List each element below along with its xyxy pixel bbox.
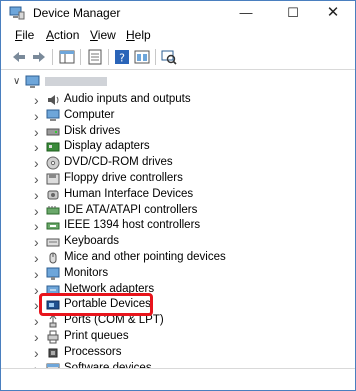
toolbar-separator <box>155 49 156 65</box>
computer-icon <box>25 75 40 88</box>
maximize-button[interactable]: ☐ <box>271 1 315 25</box>
expand-chevron-icon[interactable]: › <box>34 314 42 328</box>
status-bar <box>1 368 355 390</box>
title-bar[interactable]: Device Manager — ☐ ✕ <box>1 1 355 25</box>
device-manager-icon <box>9 6 25 20</box>
expand-chevron-icon[interactable]: › <box>34 204 42 218</box>
menu-view[interactable]: View <box>90 28 116 42</box>
expand-chevron-icon[interactable]: › <box>34 330 42 344</box>
tree-item-audio-inputs-and-outputs[interactable]: › Audio inputs and outputs <box>1 92 355 108</box>
menu-bar: File Action View Help <box>1 25 355 45</box>
tree-item-processors[interactable]: › Processors <box>1 345 355 361</box>
menu-action-accesskey: A <box>46 28 55 42</box>
dvd-icon <box>46 156 60 170</box>
tree-item-print-queues[interactable]: › Print queues <box>1 329 355 345</box>
tree-item-label: IDE ATA/ATAPI controllers <box>64 203 198 216</box>
back-arrow-icon[interactable] <box>11 49 27 65</box>
tree-item-disk-drives[interactable]: › Disk drives <box>1 124 355 140</box>
tree-item-human-interface-devices[interactable]: › Human Interface Devices <box>1 187 355 203</box>
menu-action[interactable]: Action <box>46 28 79 42</box>
menu-file[interactable]: File <box>15 28 34 42</box>
menu-help-accesskey: H <box>126 28 135 42</box>
printer-icon <box>47 330 59 344</box>
menu-help-label: elp <box>134 28 151 42</box>
speaker-icon <box>48 95 59 105</box>
expand-chevron-icon[interactable]: › <box>34 188 42 202</box>
mouse-icon <box>49 252 57 264</box>
ieee1394-icon <box>46 222 60 230</box>
hid-icon <box>47 190 59 200</box>
tree-item-mice-and-other-pointing-devices[interactable]: › Mice and other pointing devices <box>1 250 355 266</box>
menu-file-label: ile <box>22 28 35 42</box>
tree-item-label: Keyboards <box>64 235 119 248</box>
toolbar: ? <box>1 45 355 70</box>
update-driver-icon[interactable] <box>134 49 150 65</box>
tree-item-label: Display adapters <box>64 140 150 153</box>
close-button[interactable]: ✕ <box>311 1 355 25</box>
expand-chevron-icon[interactable]: › <box>34 219 42 233</box>
tree-item-label: Computer <box>64 108 115 121</box>
tree-item-software-devices[interactable]: ›Software devices <box>1 361 355 368</box>
show-hide-console-tree-icon[interactable] <box>59 49 75 65</box>
keyboard-icon <box>46 238 60 247</box>
device-manager-window: Device Manager — ☐ ✕ File Action View He… <box>0 0 356 391</box>
minimize-button[interactable]: — <box>224 1 268 25</box>
tree-item-keyboards[interactable]: › Keyboards <box>1 234 355 250</box>
tree-item-label: DVD/CD-ROM drives <box>64 156 173 169</box>
expand-chevron-icon[interactable]: › <box>34 93 42 107</box>
computer-name-redacted <box>45 77 107 86</box>
tree-item-label: Floppy drive controllers <box>64 172 183 184</box>
port-icon <box>49 314 57 328</box>
device-tree: ∨ › Audio inputs and outputs › Computer › Dis… <box>1 70 355 368</box>
toolbar-separator <box>108 49 109 65</box>
display-adapter-icon <box>46 142 60 152</box>
tree-item-label: Disk drives <box>64 124 121 137</box>
tree-item-floppy-drive-controllers[interactable]: › Floppy drive controllers <box>1 171 355 187</box>
tree-item-display-adapters[interactable]: › Display adapters <box>1 139 355 155</box>
menu-help[interactable]: Help <box>126 28 151 42</box>
toolbar-separator <box>52 49 53 65</box>
tree-root-computer[interactable]: ∨ <box>1 74 355 90</box>
expand-chevron-icon[interactable]: › <box>34 109 42 123</box>
menu-action-label: ction <box>54 28 80 42</box>
expand-chevron-icon[interactable]: › <box>34 125 42 139</box>
tree-item-label: Monitors <box>64 266 109 279</box>
menu-view-accesskey: V <box>90 28 98 42</box>
tree-item-computer[interactable]: › Computer <box>1 108 355 124</box>
tree-item-dvd-cd-rom-drives[interactable]: › DVD/CD-ROM drives <box>1 155 355 171</box>
tree-item-label: IEEE 1394 host controllers <box>64 219 201 232</box>
tree-item-ieee-1394-host-controllers[interactable]: › IEEE 1394 host controllers <box>1 218 355 234</box>
scan-hardware-icon[interactable] <box>161 49 177 65</box>
floppy-icon <box>46 173 60 185</box>
tree-item-monitors[interactable]: › Monitors <box>1 266 355 282</box>
disk-drive-icon <box>46 128 60 136</box>
toolbar-separator <box>80 49 81 65</box>
expand-chevron-icon[interactable]: › <box>34 140 42 154</box>
highlight-annotation-box <box>39 293 153 316</box>
properties-icon[interactable] <box>87 49 103 65</box>
expand-chevron-icon[interactable]: › <box>34 251 42 265</box>
window-title: Device Manager <box>33 6 121 20</box>
svg-text:?: ? <box>119 52 125 65</box>
tree-item-label: Audio inputs and outputs <box>64 93 191 105</box>
tree-item-label: Mice and other pointing devices <box>64 251 226 263</box>
forward-arrow-icon[interactable] <box>31 49 47 65</box>
tree-item-label: Human Interface Devices <box>64 187 194 200</box>
tree-item-label: Processors <box>64 345 122 358</box>
computer-icon <box>46 109 60 121</box>
expand-chevron-icon[interactable]: › <box>34 267 42 281</box>
tree-item-label: Print queues <box>64 330 129 342</box>
help-icon[interactable]: ? <box>114 49 130 65</box>
ide-icon <box>46 205 60 215</box>
collapse-chevron-icon[interactable]: ∨ <box>13 76 20 87</box>
processor-icon <box>48 348 58 358</box>
expand-chevron-icon[interactable]: › <box>34 156 42 170</box>
menu-view-label: iew <box>97 28 116 42</box>
tree-item-ide-ata-atapi-controllers[interactable]: › IDE ATA/ATAPI controllers <box>1 203 355 219</box>
expand-chevron-icon[interactable]: › <box>34 346 42 360</box>
expand-chevron-icon[interactable]: › <box>34 172 42 186</box>
monitor-icon <box>46 267 60 280</box>
expand-chevron-icon[interactable]: › <box>34 235 42 249</box>
